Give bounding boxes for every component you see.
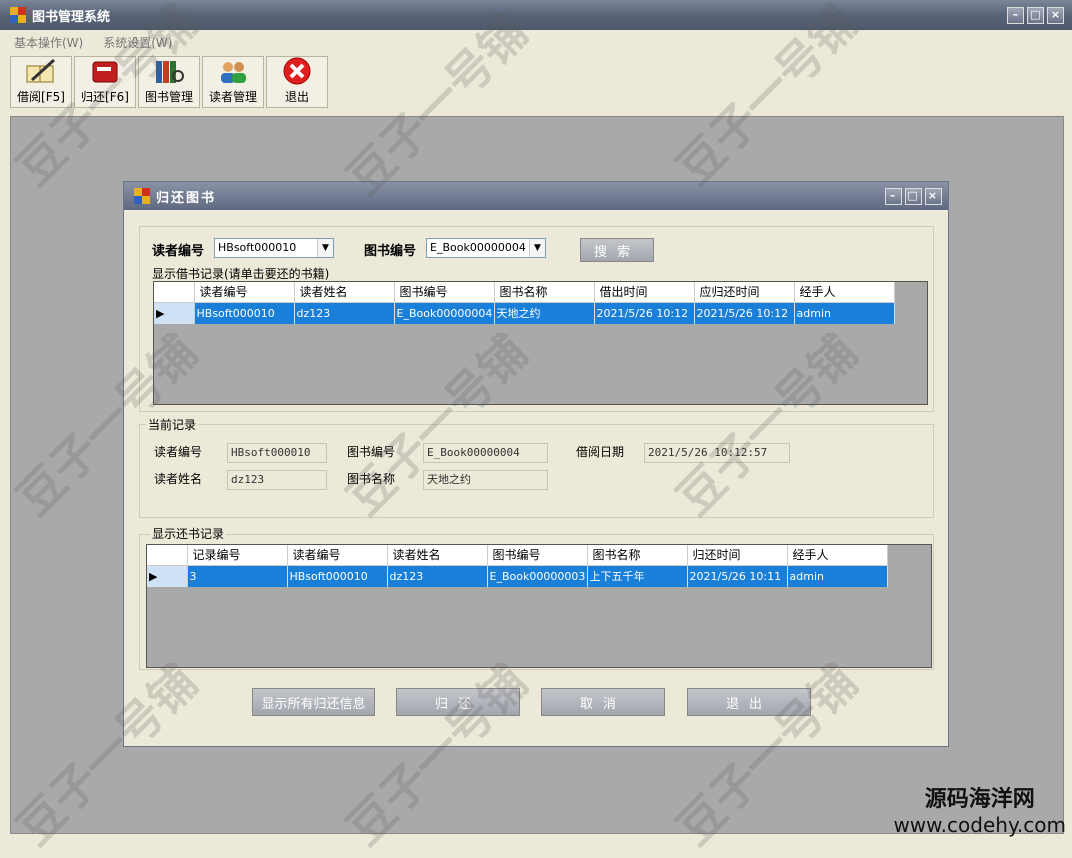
book-management-tool-button[interactable]: 图书管理 [138, 56, 200, 108]
column-header: 读者姓名 [387, 545, 488, 566]
column-header: 图书名称 [587, 545, 688, 566]
dialog-minimize-button[interactable]: – [885, 188, 902, 205]
main-title-bar: 图书管理系统 – □ × [0, 0, 1072, 30]
current-reader-name-label: 读者姓名 [154, 472, 203, 486]
menu-basic-ops[interactable]: 基本操作(W) [14, 34, 83, 51]
current-book-name-label: 图书名称 [347, 472, 396, 486]
minimize-button[interactable]: – [1007, 7, 1024, 24]
app-title: 图书管理系统 [32, 9, 111, 25]
borrow-records-grid[interactable]: 读者编号 读者姓名 图书编号 图书名称 借出时间 应归还时间 经手人 ▶ HBs… [153, 281, 928, 405]
dialog-title: 归还图书 [156, 190, 217, 206]
table-row[interactable]: ▶ HBsoft000010 dz123 E_Book00000004 天地之约 2… [154, 302, 895, 324]
current-book-id-field[interactable]: E_Book00000004 [423, 443, 548, 463]
dialog-icon [134, 188, 150, 204]
app-icon [10, 7, 26, 23]
borrow-date-label: 借阅日期 [576, 445, 625, 459]
current-reader-id-label: 读者编号 [154, 445, 203, 459]
column-header: 借出时间 [594, 282, 695, 303]
return-records-grid[interactable]: 记录编号 读者编号 读者姓名 图书编号 图书名称 归还时间 经手人 ▶ 3 HBs… [146, 544, 932, 668]
reader-id-combo[interactable]: HBsoft000010 ▼ [214, 238, 334, 258]
column-header: 经手人 [787, 545, 888, 566]
column-header: 读者姓名 [294, 282, 395, 303]
column-header: 图书编号 [394, 282, 495, 303]
current-reader-id-field[interactable]: HBsoft000010 [227, 443, 327, 463]
column-header: 读者编号 [194, 282, 295, 303]
column-header: 经手人 [794, 282, 895, 303]
row-pointer-icon: ▶ [147, 565, 188, 587]
reader-id-label: 读者编号 [152, 244, 205, 259]
row-pointer-icon: ▶ [154, 302, 195, 324]
borrow-records-caption: 显示借书记录(请单击要还的书籍) [152, 267, 330, 281]
table-row[interactable]: ▶ 3 HBsoft000010 dz123 E_Book00000003 上下五千… [147, 565, 888, 587]
return-records-caption: 显示还书记录 [150, 525, 227, 542]
dialog-title-bar: 归还图书 – □ × [124, 182, 948, 210]
exit-button[interactable]: 退出 [687, 688, 811, 716]
current-book-id-label: 图书编号 [347, 445, 396, 459]
column-header: 应归还时间 [694, 282, 795, 303]
column-header: 归还时间 [687, 545, 788, 566]
borrow-tool-button[interactable]: 借阅[F5] [10, 56, 72, 108]
book-id-label: 图书编号 [364, 244, 417, 259]
column-header: 图书名称 [494, 282, 595, 303]
maximize-button[interactable]: □ [1027, 7, 1044, 24]
book-id-combo[interactable]: E_Book00000004 ▼ [426, 238, 546, 258]
book-return-icon [88, 57, 122, 86]
menu-system-settings[interactable]: 系统设置(W) [103, 34, 172, 51]
toolbar: 借阅[F5] 归还[F6] 图书管理 读者管理 退出 [10, 56, 328, 110]
return-button[interactable]: 归还 [396, 688, 520, 716]
return-book-dialog: 归还图书 – □ × 读者编号 HBsoft000010 ▼ 图书编号 E_Boo… [123, 181, 949, 747]
row-header-column [147, 545, 188, 566]
close-button[interactable]: × [1047, 7, 1064, 24]
menu-bar: 基本操作(W) 系统设置(W) [0, 30, 1072, 54]
dialog-maximize-button[interactable]: □ [905, 188, 922, 205]
row-header-column [154, 282, 195, 303]
search-button[interactable]: 搜索 [580, 238, 654, 262]
exit-tool-button[interactable]: 退出 [266, 56, 328, 108]
chevron-down-icon: ▼ [529, 239, 545, 257]
current-reader-name-field[interactable]: dz123 [227, 470, 327, 490]
return-tool-button[interactable]: 归还[F6] [74, 56, 136, 108]
column-header: 读者编号 [287, 545, 388, 566]
reader-management-tool-button[interactable]: 读者管理 [202, 56, 264, 108]
column-header: 图书编号 [487, 545, 588, 566]
book-pen-icon [24, 57, 58, 86]
users-icon [216, 57, 250, 86]
dialog-close-button[interactable]: × [925, 188, 942, 205]
chevron-down-icon: ▼ [317, 239, 333, 257]
brand-logo: 源码海洋网 www.codehy.com [893, 787, 1066, 837]
show-all-returns-button[interactable]: 显示所有归还信息 [252, 688, 375, 716]
current-book-name-field[interactable]: 天地之约 [423, 470, 548, 490]
cancel-button[interactable]: 取消 [541, 688, 665, 716]
books-icon [152, 57, 186, 86]
current-record-caption: 当前记录 [146, 416, 199, 433]
column-header: 记录编号 [187, 545, 288, 566]
exit-icon [280, 56, 314, 86]
borrow-date-field[interactable]: 2021/5/26 10:12:57 [644, 443, 790, 463]
